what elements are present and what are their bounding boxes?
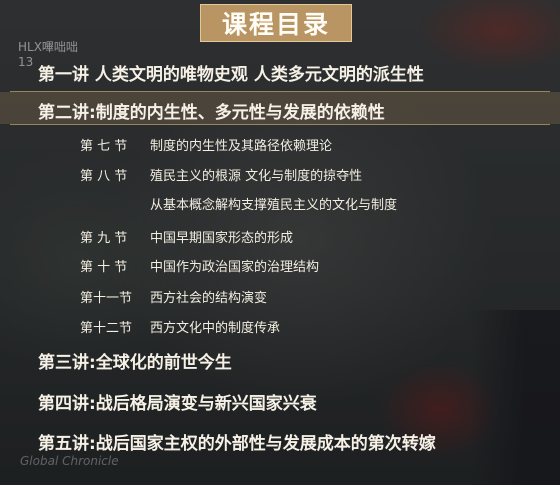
section-8-subtitle[interactable]: 从基本概念解构支撑殖民主义的文化与制度 [80,194,397,213]
section-number: 第 十 节 [80,260,128,275]
catalog-title-box: 课程目录 [200,4,352,42]
watermark-line1: HLX嗶咄咄 [18,40,78,54]
section-number: 第十一节 [80,291,133,306]
lecture-1[interactable]: 第一讲 人类文明的唯物史观 人类多元文明的派生性 [38,60,424,85]
section-8[interactable]: 第 八 节 殖民主义的根源 文化与制度的掠夺性 [80,165,362,184]
section-title: 从基本概念解构支撑殖民主义的文化与制度 [150,198,398,213]
divider-bottom [10,124,550,125]
section-number: 第 九 节 [80,231,128,246]
divider-top [10,91,550,92]
watermark-bottom: Global Chronicle [20,454,119,468]
section-title: 殖民主义的根源 文化与制度的掠夺性 [150,169,363,184]
section-12[interactable]: 第十二节 西方文化中的制度传承 [80,317,280,336]
lecture-4[interactable]: 第四讲:战后格局演变与新兴国家兴衰 [38,389,317,414]
section-title: 中国作为政治国家的治理结构 [150,260,320,275]
section-9[interactable]: 第 九 节 中国早期国家形态的形成 [80,227,293,246]
presenter-shadow [470,310,560,485]
section-7[interactable]: 第 七 节 制度的内生性及其路径依赖理论 [80,135,332,154]
section-10[interactable]: 第 十 节 中国作为政治国家的治理结构 [80,256,319,275]
section-11[interactable]: 第十一节 西方社会的结构演变 [80,287,267,306]
section-number: 第 八 节 [80,169,128,184]
lecture-2[interactable]: 第二讲:制度的内生性、多元性与发展的依赖性 [38,98,385,123]
section-number: 第 七 节 [80,139,128,154]
section-title: 西方文化中的制度传承 [150,321,281,336]
lecture-3[interactable]: 第三讲:全球化的前世今生 [38,348,232,373]
section-title: 制度的内生性及其路径依赖理论 [150,139,333,154]
section-title: 西方社会的结构演变 [150,291,268,306]
page-title: 课程目录 [221,10,330,39]
section-title: 中国早期国家形态的形成 [150,231,294,246]
lecture-5[interactable]: 第五讲:战后国家主权的外部性与发展成本的第次转嫁 [38,429,436,454]
section-number: 第十二节 [80,321,133,336]
